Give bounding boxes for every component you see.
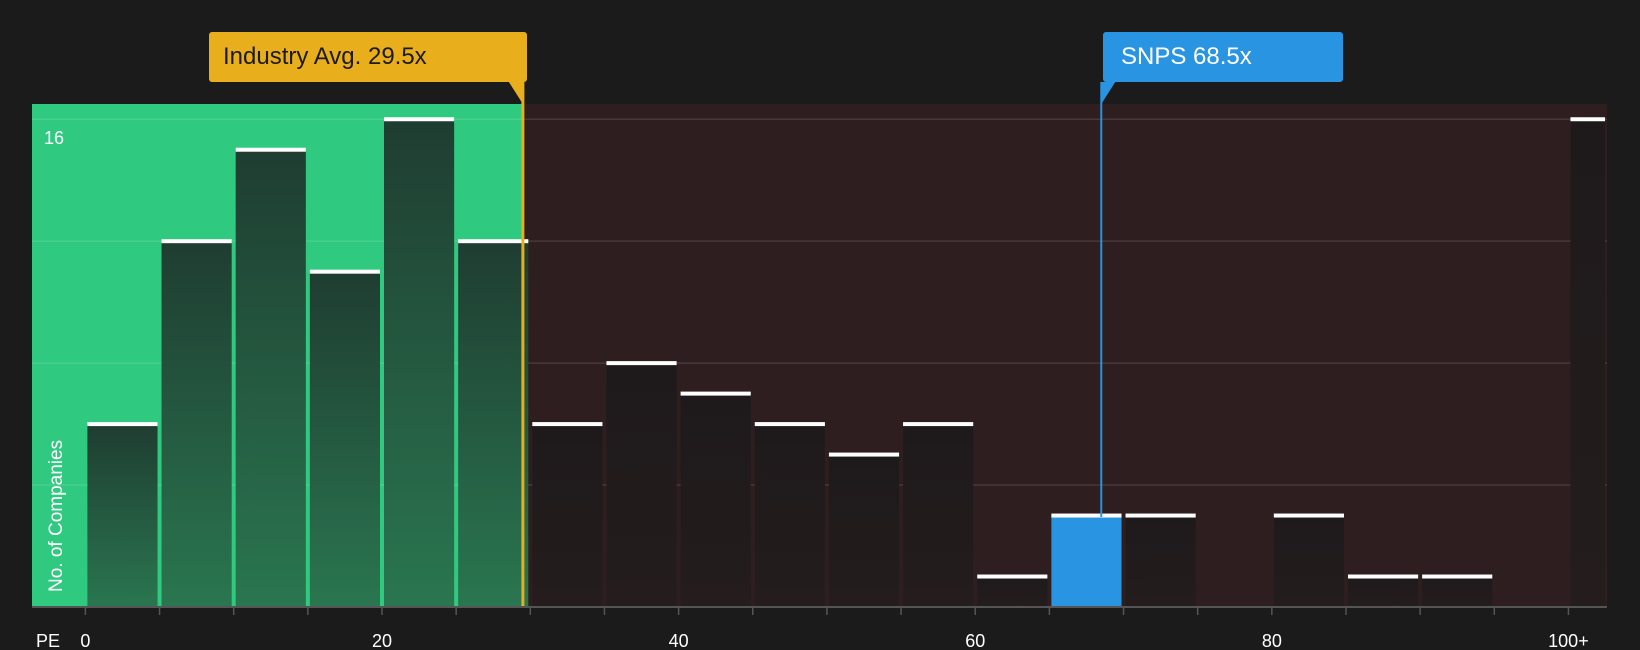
bar [384,119,455,607]
bar [1347,576,1419,607]
bar [458,241,529,607]
bar [680,393,751,607]
bar-cap [384,117,455,122]
x-tick-label: 60 [965,631,985,650]
bar [1273,515,1344,607]
company-pe-pointer [1101,82,1116,104]
bar-cap [87,422,158,427]
bar-cap [828,452,900,457]
bar-cap [1125,513,1196,518]
bar [1125,515,1196,607]
bar-cap [1273,513,1344,518]
y-max-tick-label: 16 [44,128,64,148]
x-tick-label: 0 [80,631,90,650]
company-pe-callout: SNPS 68.5x [1103,32,1343,82]
x-tick-label: 20 [372,631,392,650]
bar-cap [458,239,529,244]
bar-cap [235,147,306,152]
bar [606,363,677,607]
bar-cap [1051,513,1122,518]
bar [977,576,1048,607]
bar [235,149,306,607]
industry-average-pointer [508,82,523,104]
bar [1570,119,1605,607]
bar-cap [1422,574,1493,579]
bar-cap [532,422,603,427]
pe-distribution-chart: 0 20 40 60 80 100+ No. of Companies 16 PE [32,82,1607,650]
bar-cap [977,574,1048,579]
bar [161,241,232,607]
bar-cap [161,239,232,244]
bar-cap [606,361,677,366]
bar-cap [903,422,974,427]
bar [309,271,380,607]
bar-cap [754,422,825,427]
bar [754,424,825,607]
x-tick-label: 40 [669,631,689,650]
bar [87,424,158,607]
bar-cap [680,391,751,396]
bar [828,454,900,607]
bar-cap [1347,574,1419,579]
bar [1422,576,1493,607]
bar [532,424,603,607]
x-tick-label: 100+ [1548,631,1589,650]
bar [903,424,974,607]
x-axis-label: PE [36,631,60,650]
highlighted-bar [1051,515,1122,607]
bar-cap [1570,117,1605,122]
bar-cap [309,269,380,274]
industry-average-callout: Industry Avg. 29.5x [209,32,527,82]
y-axis-label: No. of Companies [46,440,67,592]
x-tick-label: 80 [1262,631,1282,650]
